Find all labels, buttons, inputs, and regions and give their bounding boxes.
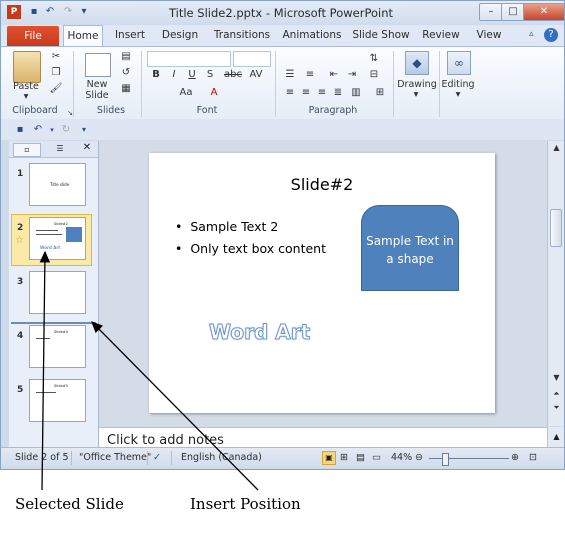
selected-slide-arrow	[39, 250, 51, 491]
insert-position-arrow	[91, 321, 259, 491]
annotation-arrows	[39, 250, 259, 491]
selected-slide-label: Selected Slide	[15, 495, 124, 513]
insert-position-label: Insert Position	[190, 495, 301, 513]
